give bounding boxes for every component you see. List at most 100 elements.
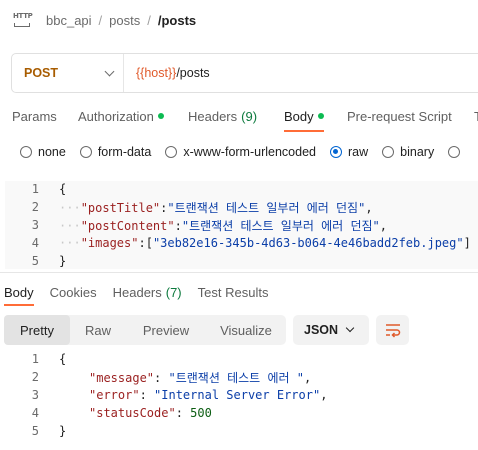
view-label: Preview bbox=[142, 322, 190, 338]
breadcrumb-separator: / bbox=[147, 12, 151, 28]
tab-body[interactable]: Body bbox=[284, 101, 324, 132]
tab-authorization[interactable]: Authorization bbox=[78, 101, 164, 131]
chevron-down-icon bbox=[104, 66, 115, 77]
view-pretty[interactable]: Pretty bbox=[4, 315, 70, 345]
code-line: 3 ···"postContent":"트랜잭션 테스트 일부러 에러 던짐", bbox=[0, 216, 478, 234]
breadcrumb-collection[interactable]: bbc_api bbox=[46, 13, 92, 28]
view-preview[interactable]: Preview bbox=[126, 315, 206, 345]
url-input[interactable]: {{host}}/posts bbox=[124, 66, 210, 80]
code-line: 5 } bbox=[0, 422, 478, 440]
line-number: 3 bbox=[31, 218, 39, 232]
line-number: 3 bbox=[31, 388, 39, 402]
url-path: /posts bbox=[176, 66, 210, 80]
radio-binary[interactable]: binary bbox=[382, 145, 434, 159]
code-brace: { bbox=[59, 182, 67, 196]
tab-label: Authorization bbox=[78, 108, 154, 124]
json-key: "error" bbox=[89, 388, 140, 402]
line-number: 1 bbox=[31, 352, 39, 366]
indent-guide: ··· bbox=[59, 200, 81, 215]
json-bracket: ] bbox=[463, 236, 471, 250]
radio-circle bbox=[448, 146, 461, 158]
line-number: 5 bbox=[31, 424, 39, 438]
json-value: 500 bbox=[190, 406, 212, 420]
json-comma: , bbox=[379, 218, 387, 233]
radio-circle-selected bbox=[330, 146, 342, 158]
json-key: "statusCode" bbox=[89, 406, 176, 420]
radio-raw[interactable]: raw bbox=[330, 145, 368, 159]
json-value: "트랜잭션 테스트 일부러 에러 던짐" bbox=[167, 200, 366, 215]
json-comma: , bbox=[320, 388, 328, 402]
json-value: "트랜잭션 테스트 에러 " bbox=[168, 370, 304, 385]
code-line: 1 { bbox=[0, 180, 478, 198]
view-label: Raw bbox=[84, 322, 111, 338]
tab-response-body[interactable]: Body bbox=[4, 279, 34, 306]
tab-count: (9) bbox=[241, 108, 258, 124]
radio-label: form-data bbox=[97, 145, 152, 159]
response-view-selector: Pretty Raw Preview Visualize bbox=[4, 315, 286, 345]
breadcrumb-separator: / bbox=[98, 12, 103, 28]
tab-headers[interactable]: Headers (9) bbox=[188, 101, 257, 131]
view-label: Visualize bbox=[220, 322, 272, 338]
url-variable: {{host}} bbox=[136, 66, 177, 80]
radio-circle bbox=[20, 146, 32, 158]
tab-label: T bbox=[474, 108, 478, 124]
radio-label: raw bbox=[348, 145, 369, 159]
tab-pre-request-script[interactable]: Pre-request Script bbox=[347, 101, 452, 131]
radio-x-www-form-urlencoded[interactable]: x-www-form-urlencoded bbox=[165, 145, 316, 159]
method-select[interactable]: POST bbox=[12, 54, 124, 92]
view-visualize[interactable]: Visualize bbox=[206, 315, 286, 345]
tab-tests[interactable]: T bbox=[474, 101, 478, 131]
radio-circle bbox=[165, 146, 178, 158]
tab-label: Test Results bbox=[197, 284, 269, 300]
code-brace: } bbox=[59, 424, 67, 438]
json-comma: , bbox=[303, 370, 312, 385]
body-type-radios: none form-data x-www-form-urlencoded raw… bbox=[20, 140, 478, 164]
line-number: 4 bbox=[31, 406, 39, 420]
view-raw[interactable]: Raw bbox=[70, 315, 126, 345]
chevron-down-icon bbox=[345, 323, 355, 333]
line-number: 5 bbox=[31, 254, 39, 268]
json-colon: : bbox=[139, 388, 155, 402]
pane-divider[interactable] bbox=[0, 272, 478, 273]
response-tabs: Body Cookies Headers (7) Test Results bbox=[4, 279, 284, 306]
tab-params[interactable]: Params bbox=[12, 101, 57, 131]
http-icon: HTTP bbox=[12, 10, 34, 30]
line-number: 1 bbox=[31, 182, 39, 196]
radio-circle bbox=[79, 146, 92, 158]
json-colon: :[ bbox=[138, 236, 153, 250]
request-name[interactable]: /posts bbox=[158, 13, 196, 28]
radio-label: x-www-form-urlencoded bbox=[183, 145, 316, 159]
wrap-lines-button[interactable] bbox=[376, 315, 409, 345]
view-label: Pretty bbox=[20, 322, 54, 338]
indent-guide: ··· bbox=[59, 236, 81, 250]
code-line: 4 "statusCode": 500 bbox=[0, 404, 478, 422]
text-wrap-icon bbox=[385, 324, 400, 338]
radio-label: binary bbox=[400, 145, 435, 159]
radio-form-data[interactable]: form-data bbox=[79, 145, 152, 159]
radio-label: none bbox=[38, 145, 66, 159]
format-select[interactable]: JSON bbox=[293, 315, 369, 345]
json-comma: , bbox=[365, 200, 373, 215]
json-value: "트랜잭션 테스트 일부러 에러 던짐" bbox=[181, 218, 380, 233]
line-number: 2 bbox=[31, 370, 39, 384]
json-key: "images" bbox=[80, 236, 139, 250]
url-bar: POST {{host}}/posts bbox=[11, 53, 478, 93]
code-line: 3 "error": "Internal Server Error", bbox=[0, 386, 478, 404]
status-dot bbox=[317, 113, 324, 119]
code-brace: } bbox=[59, 254, 67, 268]
tab-label: Body bbox=[284, 108, 314, 124]
json-value: "Internal Server Error" bbox=[154, 388, 321, 402]
code-line: 5 } bbox=[0, 252, 478, 270]
tab-label: Headers bbox=[112, 284, 162, 300]
tab-test-results[interactable]: Test Results bbox=[198, 279, 269, 305]
radio-none[interactable]: none bbox=[20, 145, 66, 159]
radio-graphql[interactable] bbox=[448, 146, 466, 158]
tab-response-headers[interactable]: Headers (7) bbox=[113, 279, 182, 305]
indent-guide: ··· bbox=[59, 218, 81, 233]
json-value: "3eb82e16-345b-4d63-b064-4e46badd2feb.jp… bbox=[152, 236, 464, 250]
json-colon: : bbox=[154, 370, 169, 385]
radio-circle bbox=[382, 146, 395, 158]
breadcrumb-folder[interactable]: posts bbox=[109, 13, 140, 28]
method-label: POST bbox=[24, 66, 59, 80]
tab-cookies[interactable]: Cookies bbox=[50, 279, 97, 305]
